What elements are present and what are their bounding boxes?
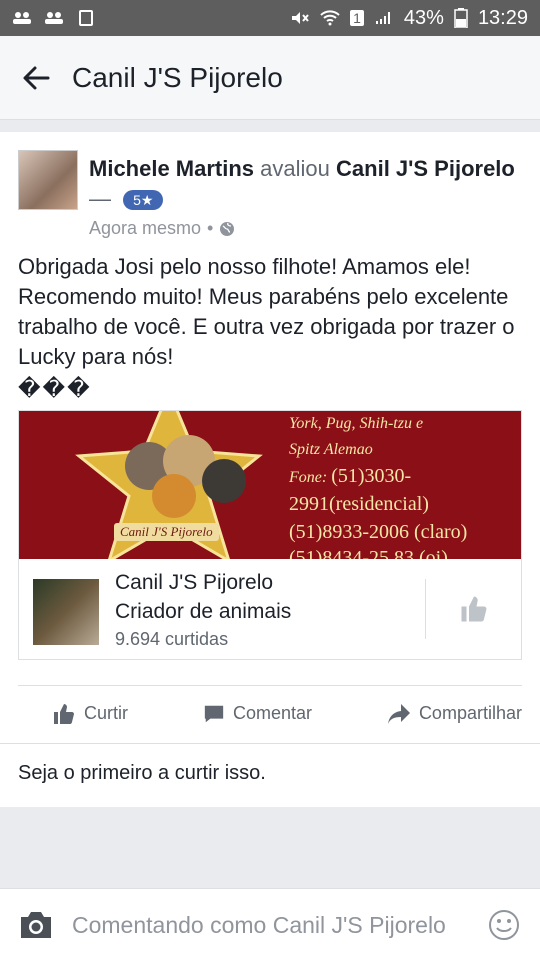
battery-icon [454, 8, 468, 28]
post-meta: Agora mesmo • [89, 218, 235, 239]
page-title: Canil J'S Pijorelo [72, 61, 283, 93]
group-notification-icon [13, 12, 31, 24]
battery-percent: 43% [403, 6, 444, 29]
comment-composer: Comentando como Canil J'S Pijorelo [0, 888, 540, 960]
app-bar: Canil J'S Pijorelo [0, 36, 540, 120]
post-body: Obrigada Josi pelo nosso filhote! Amamos… [18, 252, 523, 404]
status-bar: 1 43% 13:29 [0, 0, 540, 36]
post-card: Michele Martins avaliou Canil J'S Pijore… [0, 132, 540, 807]
like-button[interactable]: Curtir [52, 702, 128, 726]
banner-phone-2: (51)8933-2006 (claro) [289, 521, 468, 543]
comment-button[interactable]: Comentar [203, 703, 312, 725]
camera-icon [21, 911, 51, 938]
signal-icon [375, 12, 390, 24]
banner-breeds: York, Pug, Shih-tzu e [289, 415, 424, 432]
shared-page-info: Canil J'S Pijorelo Criador de animais 9.… [19, 559, 521, 659]
banner-breeds-2: Spitz Alemao [289, 441, 373, 458]
mute-icon [292, 12, 309, 24]
thumbs-up-icon [54, 703, 74, 724]
meta-separator: • [207, 218, 214, 238]
post-text: Obrigada Josi pelo nosso filhote! Amamos… [18, 254, 515, 369]
share-button[interactable]: Compartilhar [387, 703, 522, 725]
like-page-button[interactable] [425, 579, 521, 639]
globe-icon [220, 221, 235, 236]
thumbs-up-icon [461, 596, 486, 622]
like-label: Curtir [84, 703, 128, 723]
comment-label: Comentar [232, 703, 312, 723]
shared-page-category: Criador de animais [115, 600, 292, 623]
comment-icon [204, 705, 224, 722]
dash: — [89, 186, 111, 211]
post-action: avaliou [260, 156, 330, 181]
camera-button[interactable] [0, 910, 72, 940]
wifi-icon [320, 10, 340, 26]
shared-page-attachment[interactable]: York, Pug, Shih-tzu e Spitz Alemao Fone:… [18, 410, 522, 660]
banner-logo-text: Canil J'S Pijorelo [114, 523, 219, 541]
shared-page-name[interactable]: Canil J'S Pijorelo [115, 571, 273, 595]
rating-badge: 5★ [123, 190, 164, 211]
sim-indicator: 1 [350, 10, 364, 26]
author-avatar[interactable] [18, 150, 78, 210]
share-label: Compartilhar [418, 703, 522, 723]
post-actions: Curtir Comentar Compartilhar [18, 685, 522, 741]
reviewed-page-link[interactable]: Canil J'S Pijorelo [336, 156, 515, 181]
page-cover-banner[interactable]: York, Pug, Shih-tzu e Spitz Alemao Fone:… [19, 411, 521, 559]
notification-icons [12, 10, 96, 26]
group-notification-icon [45, 12, 63, 24]
post-emoji: ��� [18, 376, 92, 401]
back-arrow-icon [23, 66, 50, 89]
share-arrow-icon [387, 703, 410, 724]
back-button[interactable] [0, 36, 72, 120]
author-name[interactable]: Michele Martins [89, 156, 254, 181]
banner-phone-label: Fone: [289, 469, 328, 486]
banner-contacts: York, Pug, Shih-tzu e Spitz Alemao Fone:… [289, 411, 521, 559]
banner-phone-3: (51)8434-25 83 (oi) [289, 547, 448, 559]
shared-page-thumbnail[interactable] [33, 579, 99, 645]
system-icons: 1 43% 13:29 [290, 7, 528, 30]
likes-summary: Seja o primeiro a curtir isso. [0, 743, 540, 807]
shared-page-likes: 9.694 curtidas [115, 629, 229, 649]
clipboard-notification-icon [79, 10, 93, 26]
clock: 13:29 [477, 6, 528, 29]
emoji-smiley-icon[interactable] [488, 909, 520, 941]
comment-input[interactable]: Comentando como Canil J'S Pijorelo [72, 910, 452, 940]
post-timestamp[interactable]: Agora mesmo [89, 218, 201, 239]
post-header: Michele Martins avaliou Canil J'S Pijore… [89, 154, 529, 214]
